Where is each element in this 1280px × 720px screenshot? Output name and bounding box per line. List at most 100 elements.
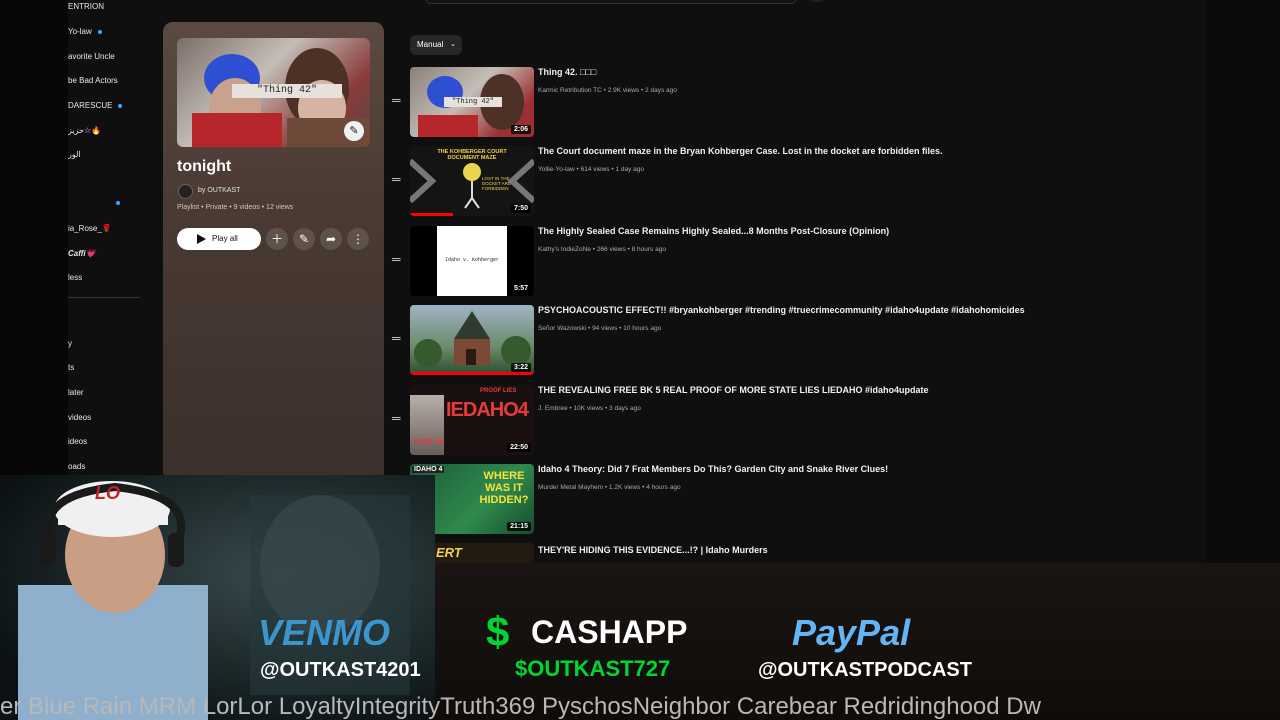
playlist-owner[interactable]: by OUTKAST	[198, 187, 240, 194]
playlist-header-panel: "Thing 42" ✎ tonight by OUTKAST Playlist…	[163, 22, 384, 482]
sidebar-subscription-6[interactable]: الور	[68, 150, 81, 164]
thumbnail-text: "Thing 42"	[444, 97, 502, 107]
thumbnail-text: IEDAHO4	[446, 399, 529, 421]
play-icon	[197, 234, 206, 244]
share-icon[interactable]: ➦	[320, 228, 342, 250]
video-duration: 22:50	[507, 443, 531, 452]
playlist-video-row[interactable]: IDAHO 4 WHERE WAS IT HIDDEN? 21:15 Idaho…	[392, 464, 1192, 536]
edit-thumbnail-icon[interactable]: ✎	[344, 121, 364, 141]
thumbnail-text: THE KOHBERGER COURT DOCUMENT MAZE	[437, 149, 507, 161]
cap-logo: LO	[95, 483, 120, 503]
sidebar-nav-downloads[interactable]: oads	[68, 462, 85, 475]
playlist-thumbnail[interactable]: "Thing 42" ✎	[177, 38, 370, 147]
video-age: 2 days ago	[645, 87, 677, 94]
sidebar-subscription-1[interactable]: Yo-law	[68, 27, 102, 41]
sidebar-subscription-0[interactable]: ENTRION	[68, 2, 104, 16]
sidebar-label: ENTRION	[68, 2, 104, 11]
sidebar-label: حزیز☆🔥	[68, 126, 102, 135]
sidebar-nav-history[interactable]: ts	[68, 363, 74, 377]
search-input[interactable]	[425, 0, 797, 4]
video-title[interactable]: THEY'RE HIDING THIS EVIDENCE...!? | Idah…	[538, 545, 768, 555]
add-icon[interactable]: ＋	[266, 228, 288, 250]
playlist-video-row[interactable]: ═ 3:22 PSYCHOACOUSTIC EFFECT!! #bryankoh…	[392, 305, 1192, 377]
sidebar-divider	[68, 297, 140, 298]
more-icon[interactable]: ⋮	[347, 228, 369, 250]
video-views: 266 views	[596, 246, 626, 253]
sidebar-label: DARESCUE	[68, 101, 113, 110]
watch-progress-bar	[410, 372, 534, 375]
video-thumbnail[interactable]: Idaho v. Kohberger 5:57	[410, 226, 534, 296]
sidebar-subscription-2[interactable]: avorite Uncle	[68, 52, 115, 66]
video-thumbnail[interactable]: 3:22	[410, 305, 534, 375]
video-thumbnail[interactable]: PROOF LIES IEDAHO4 FREE BK 22:50	[410, 385, 534, 455]
video-title[interactable]: Thing 42. □□□	[538, 67, 596, 77]
thumbnail-text: FREE BK	[414, 439, 445, 446]
edit-icon[interactable]: ✎	[293, 228, 315, 250]
drag-handle-icon[interactable]: ═	[392, 173, 401, 185]
video-channel[interactable]: J. Embree	[538, 405, 568, 412]
video-views: 2.9K views	[607, 87, 640, 94]
sidebar-subscription-9[interactable]: Caffi💗	[68, 249, 96, 263]
video-views: 94 views	[592, 325, 618, 332]
supporters-ticker: er Blue Rain MRM LorLor LoyaltyIntegrity…	[0, 693, 1041, 720]
video-thumbnail[interactable]: "Thing 42" 2:06	[410, 67, 534, 137]
sidebar-subscription-5[interactable]: حزیز☆🔥	[68, 126, 101, 140]
sidebar-subscription-4[interactable]: DARESCUE	[68, 101, 123, 115]
video-thumbnail[interactable]: THE KOHBERGER COURT DOCUMENT MAZE LOST I…	[410, 146, 534, 216]
video-views: 614 views	[580, 166, 610, 173]
sidebar-label: videos	[68, 413, 92, 422]
video-age: 1 day ago	[615, 166, 644, 173]
video-channel[interactable]: Yollie-Yo-law	[538, 166, 575, 173]
video-channel[interactable]: Kathy's IndieZoNe	[538, 246, 591, 253]
video-duration: 5:57	[510, 284, 531, 293]
cashapp-logo-text: CASHAPP	[531, 614, 688, 650]
sidebar-subscription-8[interactable]: ia_Rose_🌹	[68, 224, 112, 238]
sidebar-nav-watch-later[interactable]: later	[68, 388, 84, 402]
sidebar-subscription-10[interactable]: less	[68, 273, 82, 287]
sidebar-label: ts	[68, 363, 75, 372]
video-title[interactable]: PSYCHOACOUSTIC EFFECT!! #bryankohberger …	[538, 305, 1025, 315]
playlist-video-row[interactable]: ═ PROOF LIES IEDAHO4 FREE BK 22:50 THE R…	[392, 385, 1192, 457]
drag-handle-icon[interactable]: ═	[392, 332, 401, 344]
drag-handle-icon[interactable]: ═	[392, 94, 401, 106]
sidebar-label: Yo-law	[68, 27, 92, 36]
sidebar-nav-liked-videos[interactable]: ideos	[68, 437, 87, 451]
playlist-title[interactable]: tonight	[177, 158, 231, 176]
video-channel[interactable]: Señor Wazowski	[538, 325, 586, 332]
sidebar-label: oads	[68, 462, 86, 471]
sidebar-subscription-7[interactable]	[68, 198, 120, 212]
drag-handle-icon[interactable]: ═	[392, 253, 401, 265]
video-channel[interactable]: Murder Metal Mayhem	[538, 484, 603, 491]
sidebar-label: avorite Uncle	[68, 52, 115, 61]
video-channel[interactable]: Karmic Retribution TC	[538, 87, 602, 94]
paypal-logo-text: PayPal	[792, 612, 911, 653]
paypal-handle: @OUTKASTPODCAST	[758, 659, 972, 681]
video-age: 8 hours ago	[631, 246, 666, 253]
video-title[interactable]: THE REVEALING FREE BK 5 REAL PROOF OF MO…	[538, 385, 929, 395]
video-age: 3 days ago	[609, 405, 641, 412]
playlist-video-row[interactable]: ═ THE KOHBERGER COURT DOCUMENT MAZE LOST…	[392, 146, 1192, 218]
video-meta: Murder Metal Mayhem • 1.2K views • 4 hou…	[538, 484, 681, 491]
video-title[interactable]: The Court document maze in the Bryan Koh…	[538, 146, 943, 156]
sort-dropdown[interactable]: Manual ⌄	[410, 35, 462, 55]
thumbnail-person-image	[410, 395, 444, 455]
drag-handle-icon[interactable]: ═	[392, 412, 401, 424]
video-title[interactable]: Idaho 4 Theory: Did 7 Frat Members Do Th…	[538, 464, 888, 474]
sidebar-label: less	[68, 273, 83, 282]
sidebar-nav-you[interactable]: y	[68, 339, 72, 353]
video-title[interactable]: The Highly Sealed Case Remains Highly Se…	[538, 226, 889, 236]
playlist-video-row[interactable]: ERT SHOCKED! THEY'RE HIDING THIS EVIDENC…	[392, 543, 1192, 563]
owner-avatar[interactable]	[178, 184, 193, 199]
video-meta: Señor Wazowski • 94 views • 10 hours ago	[538, 325, 662, 332]
video-meta: Kathy's IndieZoNe • 266 views • 8 hours …	[538, 246, 666, 253]
sidebar-label: be Bad Actors	[68, 76, 118, 85]
playlist-video-row[interactable]: ═ "Thing 42" 2:06 Thing 42. □□□ Karmic R…	[392, 67, 1192, 139]
video-duration: 3:22	[510, 363, 531, 372]
new-content-dot	[97, 29, 102, 34]
play-all-button[interactable]: Play all	[177, 228, 261, 250]
playlist-video-row[interactable]: ═ Idaho v. Kohberger 5:57 The Highly Sea…	[392, 226, 1192, 298]
sidebar-nav-your-videos[interactable]: videos	[68, 413, 91, 427]
sidebar-subscription-3[interactable]: be Bad Actors	[68, 76, 118, 90]
thumbnail-text: LOST IN THE DOCKET ARE FORBIDDEN	[482, 176, 511, 191]
video-duration: 7:50	[510, 204, 531, 213]
